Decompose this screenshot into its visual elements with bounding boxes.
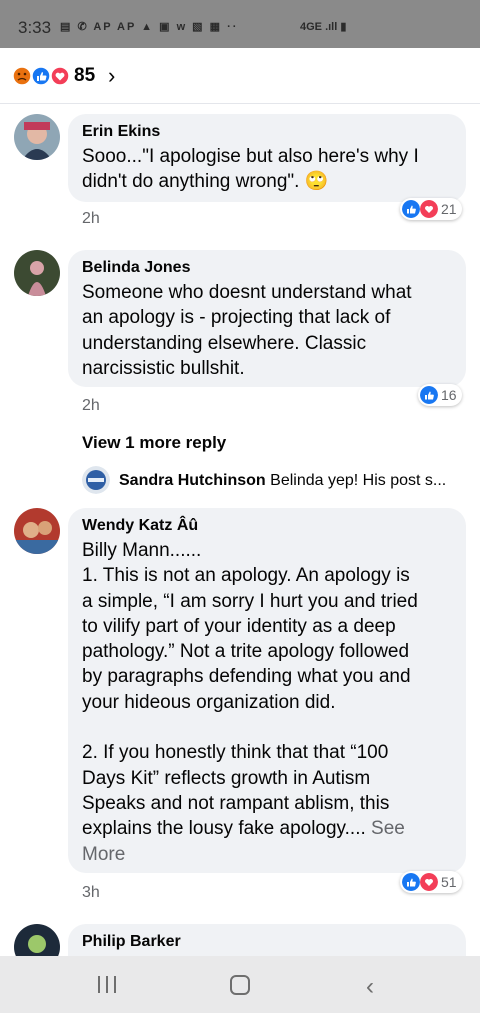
recent-apps-icon[interactable] — [98, 976, 118, 994]
love-icon — [420, 873, 438, 891]
reply-avatar[interactable] — [82, 466, 110, 494]
status-time: 3:33 — [18, 18, 52, 37]
comments-sheet: 85 › Erin Ekins Sooo..."I apologise but … — [0, 48, 480, 956]
comment-reaction-count: 51 — [441, 874, 457, 890]
like-icon — [420, 386, 438, 404]
comment-author[interactable]: Philip Barker — [82, 933, 181, 951]
reply-preview[interactable]: Sandra Hutchinson Belinda yep! His post … — [119, 472, 446, 490]
reactions-summary[interactable]: 85 › — [0, 48, 480, 104]
comment-author[interactable]: Belinda Jones — [82, 259, 190, 277]
comment-author[interactable]: Erin Ekins — [82, 123, 160, 141]
reply-text: Belinda yep! His post s... — [270, 472, 447, 489]
avatar[interactable] — [14, 250, 60, 296]
chevron-right-icon[interactable]: › — [108, 63, 115, 89]
love-icon — [420, 200, 438, 218]
back-icon[interactable]: ‹ — [366, 973, 374, 1001]
avatar[interactable] — [14, 114, 60, 160]
avatar[interactable] — [14, 924, 60, 956]
notification-icons: ▤ ✆ AP AP ▲ ▣ w ▧ ▦ ·· — [60, 21, 239, 33]
like-icon — [402, 200, 420, 218]
comment-time[interactable]: 2h — [82, 397, 100, 415]
comment-text: Sooo..."I apologise but also here's why … — [82, 146, 419, 193]
see-more-link-continued[interactable]: More — [82, 842, 454, 867]
avatar[interactable] — [14, 508, 60, 554]
reaction-emojis — [12, 66, 70, 86]
like-icon — [402, 873, 420, 891]
status-bar: 3:33 ▤ ✆ AP AP ▲ ▣ w ▧ ▦ ·· 4GE .ıll ▮ — [0, 0, 480, 48]
reply-author[interactable]: Sandra Hutchinson — [119, 472, 266, 489]
home-icon[interactable] — [230, 975, 250, 995]
system-nav-bar: ‹ — [0, 956, 480, 1013]
reaction-count: 85 — [74, 65, 96, 86]
comment-text: Someone who doesnt understand what an ap… — [82, 282, 412, 379]
comment-time[interactable]: 3h — [82, 884, 100, 902]
comment-time[interactable]: 2h — [82, 210, 100, 228]
comment-reactions[interactable]: 16 — [418, 384, 462, 406]
comment-reaction-count: 21 — [441, 201, 457, 217]
signal-battery-icons: 4GE .ıll ▮ — [300, 21, 347, 33]
comment-reactions[interactable]: 21 — [400, 198, 462, 220]
comment-author[interactable]: Wendy Katz Âû — [82, 517, 198, 535]
angry-icon — [12, 66, 32, 86]
comment-reactions[interactable]: 51 — [400, 871, 462, 893]
comment-text: Billy Mann...... 1. This is not an apolo… — [82, 538, 454, 867]
see-more-link[interactable]: See — [371, 818, 405, 839]
comment-reaction-count: 16 — [441, 387, 457, 403]
view-more-replies-link[interactable]: View 1 more reply — [82, 433, 226, 453]
